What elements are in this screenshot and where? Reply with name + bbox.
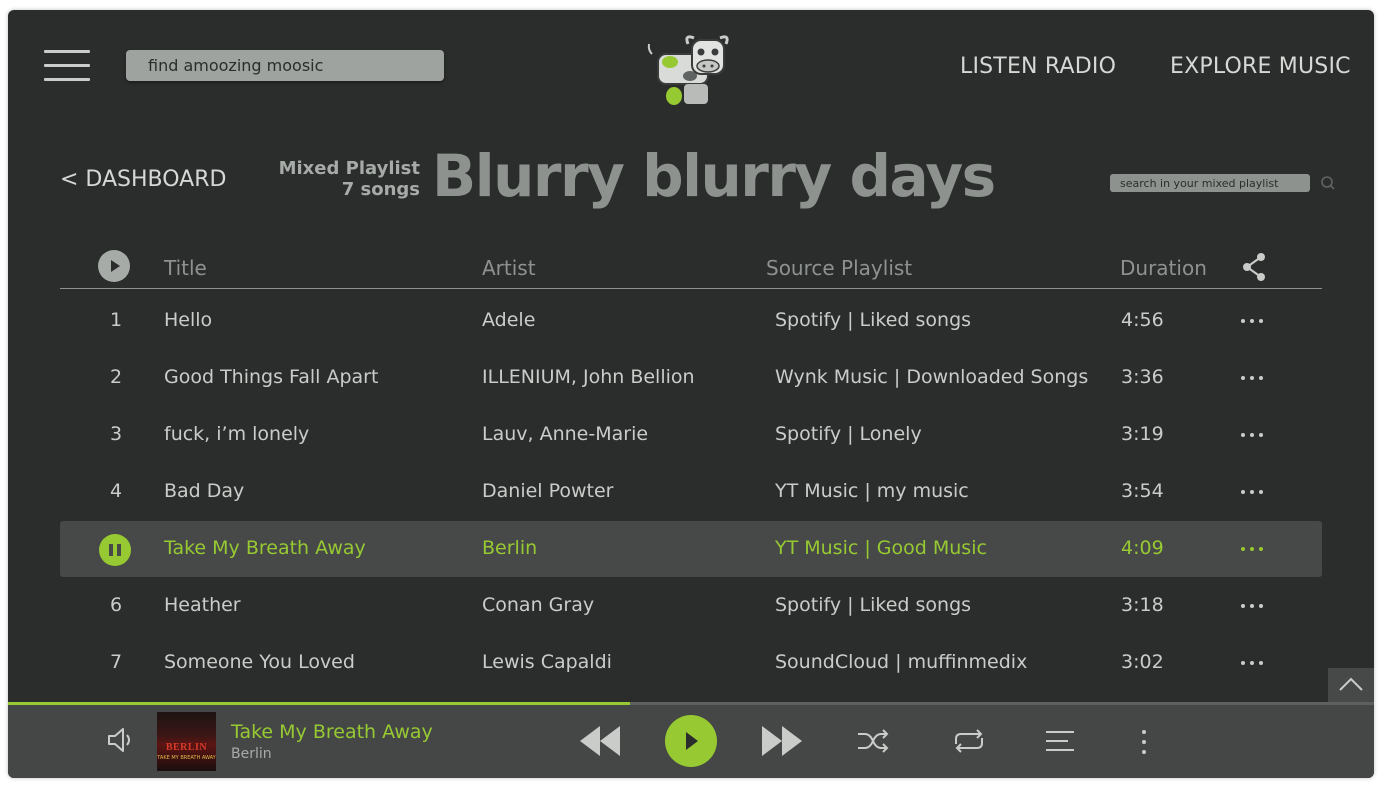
album-cover-title: BERLIN [165,742,208,753]
track-duration: 3:54 [1121,480,1164,502]
track-duration: 3:36 [1121,366,1164,388]
now-playing-artist[interactable]: Berlin [231,746,272,762]
playlist-count-label: 7 songs [341,179,420,200]
explore-music-link[interactable]: EXPLORE MUSIC [1170,54,1351,79]
playlist-title: Blurry blurry days [432,142,996,210]
track-title[interactable]: Bad Day [164,480,244,502]
track-source-playlist[interactable]: SoundCloud | muffinmedix [775,651,1027,673]
back-to-dashboard-link[interactable]: < DASHBOARD [60,167,226,192]
table-header: Title Artist Source Playlist Duration [60,248,1322,289]
more-horizontal-icon[interactable] [1240,490,1268,496]
search-icon[interactable] [1320,175,1336,191]
cow-logo[interactable] [644,32,734,108]
play-icon [686,732,698,750]
track-duration: 4:09 [1121,537,1164,559]
scroll-to-top-button[interactable] [1328,668,1374,702]
track-number: 6 [109,594,123,616]
playlist-meta: Mixed Playlist 7 songs [268,158,420,200]
play-button[interactable] [665,715,717,767]
track-source-playlist[interactable]: Spotify | Liked songs [775,594,971,616]
track-artist[interactable]: Lewis Capaldi [482,651,612,673]
play-icon [111,260,120,272]
column-artist[interactable]: Artist [482,256,536,280]
track-artist[interactable]: Daniel Powter [482,480,614,502]
track-duration: 3:02 [1121,651,1164,673]
track-source-playlist[interactable]: Spotify | Liked songs [775,309,971,331]
track-source-playlist[interactable]: Spotify | Lonely [775,423,922,445]
next-icon[interactable] [760,724,804,758]
track-title[interactable]: Take My Breath Away [164,537,366,559]
track-artist[interactable]: ILLENIUM, John Bellion [482,366,695,388]
track-duration: 3:19 [1121,423,1164,445]
more-vertical-icon[interactable] [1136,728,1152,756]
track-number: 1 [109,309,123,331]
queue-icon[interactable] [1044,729,1076,753]
music-search-input[interactable] [126,50,444,81]
share-icon[interactable] [1240,252,1268,282]
more-horizontal-icon[interactable] [1240,661,1268,667]
player-bar: BERLIN TAKE MY BREATH AWAY Take My Breat… [8,702,1374,778]
track-source-playlist[interactable]: Wynk Music | Downloaded Songs [775,366,1088,388]
table-row[interactable]: 2 Good Things Fall Apart ILLENIUM, John … [60,350,1322,406]
music-player-app: LISTEN RADIO EXPLORE MUSIC < DASHBOARD M… [8,10,1374,778]
table-row[interactable]: 6 Heather Conan Gray Spotify | Liked son… [60,578,1322,634]
more-horizontal-icon[interactable] [1240,319,1268,325]
track-artist[interactable]: Lauv, Anne-Marie [482,423,648,445]
column-source-playlist[interactable]: Source Playlist [766,256,912,280]
more-horizontal-icon[interactable] [1240,433,1268,439]
track-duration: 3:18 [1121,594,1164,616]
pause-icon[interactable] [99,534,131,566]
table-row[interactable]: 7 Someone You Loved Lewis Capaldi SoundC… [60,635,1322,691]
track-title[interactable]: Hello [164,309,212,331]
volume-icon[interactable] [106,726,136,754]
more-horizontal-icon[interactable] [1240,376,1268,382]
previous-icon[interactable] [578,724,622,758]
track-title[interactable]: Someone You Loved [164,651,355,673]
table-row[interactable]: 4 Bad Day Daniel Powter YT Music | my mu… [60,464,1322,520]
listen-radio-link[interactable]: LISTEN RADIO [960,54,1116,79]
table-row[interactable]: 1 Hello Adele Spotify | Liked songs 4:56 [60,293,1322,349]
track-title[interactable]: Heather [164,594,241,616]
track-number: 7 [109,651,123,673]
track-duration: 4:56 [1121,309,1164,331]
table-row-playing[interactable]: Take My Breath Away Berlin YT Music | Go… [60,521,1322,577]
track-number: 2 [109,366,123,388]
column-duration[interactable]: Duration [1120,256,1207,280]
playlist-type-label: Mixed Playlist [278,158,420,179]
track-artist[interactable]: Adele [482,309,535,331]
album-cover[interactable]: BERLIN TAKE MY BREATH AWAY [157,712,216,771]
more-horizontal-icon[interactable] [1240,604,1268,610]
now-playing-title[interactable]: Take My Breath Away [231,721,433,743]
track-title[interactable]: fuck, i’m lonely [164,423,309,445]
track-source-playlist[interactable]: YT Music | my music [775,480,969,502]
column-title[interactable]: Title [164,256,207,280]
playlist-search-input[interactable] [1110,174,1310,192]
album-cover-subtitle: TAKE MY BREATH AWAY [157,755,216,761]
track-number: 3 [109,423,123,445]
more-horizontal-icon[interactable] [1240,547,1268,553]
menu-icon[interactable] [44,50,90,82]
track-artist[interactable]: Berlin [482,537,537,559]
track-source-playlist[interactable]: YT Music | Good Music [775,537,987,559]
progress-fill [8,702,630,705]
track-number: 4 [109,480,123,502]
track-title[interactable]: Good Things Fall Apart [164,366,378,388]
progress-bar[interactable] [8,702,1374,705]
chevron-up-icon [1339,677,1363,691]
repeat-icon[interactable] [951,726,987,756]
table-row[interactable]: 3 fuck, i’m lonely Lauv, Anne-Marie Spot… [60,407,1322,463]
play-all-button[interactable] [98,250,130,282]
shuffle-icon[interactable] [856,727,890,755]
track-artist[interactable]: Conan Gray [482,594,594,616]
